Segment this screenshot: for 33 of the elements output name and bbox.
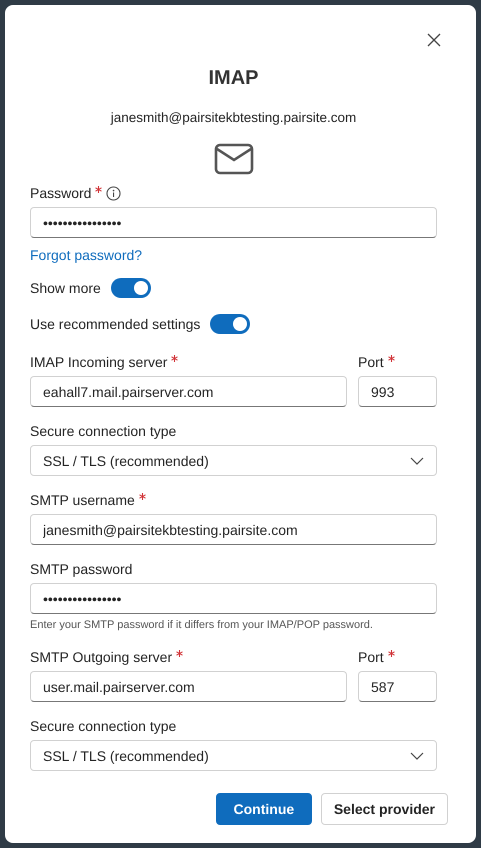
toggle-switch[interactable]: [110, 278, 151, 298]
password-field[interactable]: ••••••••••••••••: [30, 207, 437, 238]
forgot-password-link[interactable]: Forgot password?: [30, 247, 142, 263]
chevron-down-icon: [410, 752, 424, 760]
field-label: Password: [30, 185, 92, 201]
text-field[interactable]: ••••••••••••••••: [30, 583, 437, 614]
connection-type-dropdown[interactable]: SSL / TLS (recommended): [30, 445, 437, 476]
text-field[interactable]: janesmith@pairsitekbtesting.pairsite.com: [30, 514, 437, 545]
envelope-icon: [214, 143, 254, 175]
chevron-down-icon: [410, 456, 424, 464]
port-field[interactable]: 993: [358, 376, 437, 407]
port-field[interactable]: 587: [358, 671, 437, 702]
toggle-label: Show more: [30, 280, 101, 296]
connection-type-dropdown[interactable]: SSL / TLS (recommended): [30, 740, 437, 771]
close-icon[interactable]: [427, 33, 441, 47]
field-label: SMTP password: [30, 561, 132, 577]
toggle-label: Use recommended settings: [30, 316, 200, 332]
select-provider-button[interactable]: Select provider: [320, 793, 448, 825]
field-label: SMTP username: [30, 492, 135, 508]
field-label: Secure connection type: [30, 718, 176, 734]
field-label: Secure connection type: [30, 423, 176, 439]
field-label: Port: [358, 354, 384, 370]
server-field[interactable]: eahall7.mail.pairserver.com: [30, 376, 347, 407]
field-label: IMAP Incoming server: [30, 354, 168, 370]
toggle-switch[interactable]: [210, 314, 250, 334]
account-email: janesmith@pairsitekbtesting.pairsite.com: [109, 110, 358, 125]
field-label: Port: [358, 649, 384, 665]
server-field[interactable]: user.mail.pairserver.com: [30, 671, 347, 702]
field-label: SMTP Outgoing server: [30, 649, 172, 665]
dialog-title: IMAP: [208, 67, 260, 90]
field-hint: Enter your SMTP password if it differs from your IMAP/POP password.: [30, 619, 374, 631]
continue-button[interactable]: Continue: [216, 793, 312, 825]
info-icon[interactable]: [106, 186, 122, 200]
